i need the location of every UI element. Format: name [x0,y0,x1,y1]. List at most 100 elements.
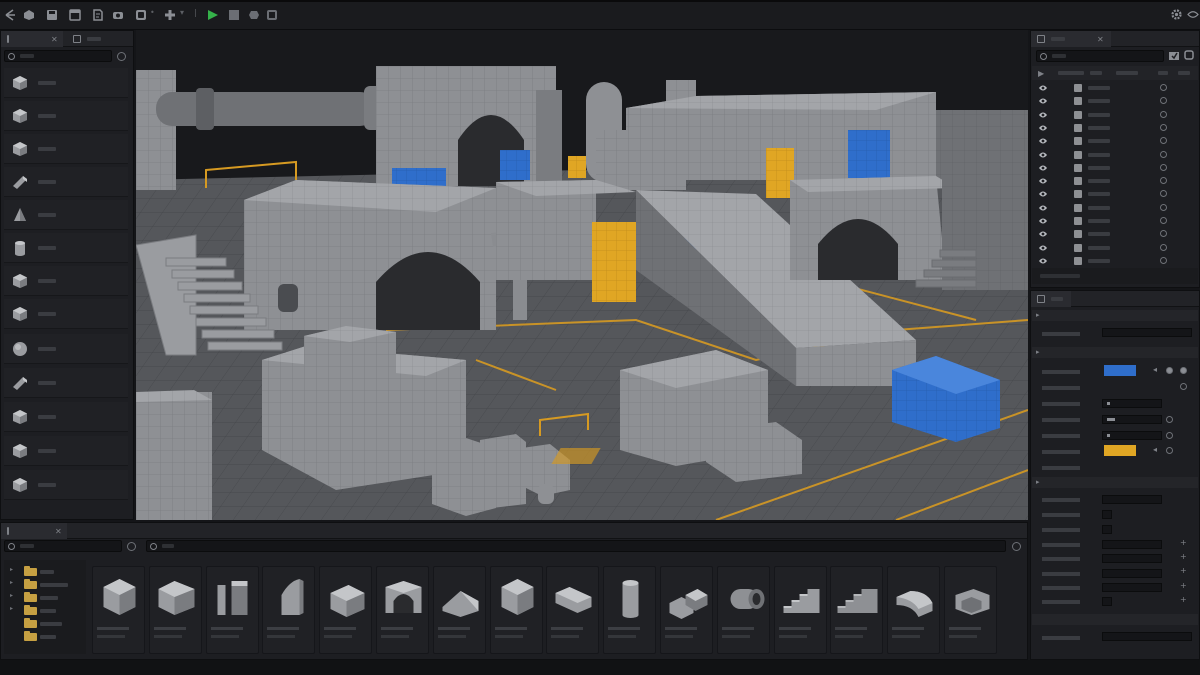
plus-icon[interactable]: + [1180,566,1187,575]
save-icon[interactable] [46,9,58,21]
property-value-field[interactable] [1102,328,1192,337]
outliner-row[interactable] [1032,109,1198,121]
outliner-row[interactable] [1032,95,1198,107]
plus-icon[interactable]: + [1180,538,1187,547]
document-icon[interactable] [92,9,104,21]
folder-icon[interactable] [24,605,37,615]
lock-icon[interactable] [1160,190,1167,198]
search-icon[interactable] [117,52,126,61]
filter-icon[interactable] [1012,542,1021,551]
visibility-eye-icon[interactable] [1038,230,1048,238]
list-item-cube[interactable] [4,470,128,500]
camera-icon[interactable] [112,9,124,21]
stop-icon[interactable] [229,10,239,20]
play-icon[interactable] [207,9,219,21]
lock-icon[interactable] [1160,137,1167,145]
close-icon[interactable]: ✕ [55,527,62,536]
reset-icon[interactable] [1166,447,1173,454]
objects-tab[interactable]: ✕ [1,31,63,47]
select-icon[interactable] [23,9,35,21]
plus-icon[interactable]: + [1180,552,1187,561]
chevron-right-icon[interactable]: ▸ [10,605,13,612]
section-header-material[interactable]: ▸ [1032,347,1198,358]
back-arrow-icon[interactable] [4,9,16,21]
visibility-eye-icon[interactable] [1038,124,1048,132]
list-item-wedge[interactable] [4,368,128,398]
list-item-cube[interactable] [4,68,128,98]
list-item-cube[interactable] [4,101,128,131]
record-icon[interactable] [248,9,260,21]
visibility-eye-icon[interactable] [1038,151,1048,159]
property-checkbox[interactable] [1102,525,1112,534]
list-item-cube[interactable] [4,134,128,164]
arrow-left-icon[interactable]: ◂ [1153,365,1157,374]
settings-gear-icon[interactable] [1170,8,1183,21]
lock-icon[interactable] [1160,84,1167,91]
property-value-field[interactable] [1102,569,1162,578]
asset-tile-stairs[interactable] [773,566,827,654]
asset-tile-curved-wall[interactable] [887,566,941,654]
plus-icon[interactable]: + [1180,595,1187,604]
outliner-row[interactable] [1032,135,1198,147]
reset-icon[interactable] [1180,383,1187,390]
content-browser-tab[interactable]: ✕ [1,523,67,539]
visibility-eye-icon[interactable] [1038,164,1048,172]
outliner-row[interactable] [1032,242,1198,254]
lock-icon[interactable] [1160,217,1167,224]
visibility-eye-icon[interactable] [1038,111,1048,119]
folder-icon[interactable] [24,566,37,576]
list-item-cube[interactable] [4,266,128,296]
asset-tile-cylinder[interactable] [603,566,657,654]
list-item-cube[interactable] [4,299,128,329]
reset-icon[interactable] [1166,416,1173,423]
folder-icon[interactable] [24,618,37,628]
lock-icon[interactable] [1160,203,1167,211]
visibility-eye-icon[interactable] [1038,190,1048,198]
list-item-wedge[interactable] [4,167,128,197]
outliner-row[interactable] [1032,82,1198,94]
object-search-input[interactable] [4,50,112,62]
visibility-column-icon[interactable]: ▶ [1038,69,1044,78]
property-checkbox[interactable] [1102,510,1112,519]
asset-tile-cube[interactable] [489,566,543,654]
visibility-eye-icon[interactable] [1038,97,1048,105]
outliner-row[interactable] [1032,149,1198,161]
asset-tile-ramp[interactable] [432,566,486,654]
asset-tile-quarter-wall[interactable] [262,566,316,654]
outliner-row[interactable] [1032,202,1198,214]
chevron-right-icon[interactable]: ▸ [10,579,13,586]
browse-icon[interactable] [1180,367,1187,374]
visibility-eye-icon[interactable] [1038,177,1048,185]
outliner-row[interactable] [1032,228,1198,240]
section-header-transform[interactable]: ▸ [1032,310,1198,321]
folder-icon[interactable] [24,579,37,589]
list-item-cube[interactable] [4,402,128,432]
chevron-down-icon[interactable]: ▾ [180,8,184,17]
details-tab[interactable] [1031,291,1071,307]
asset-tile-box[interactable] [319,566,373,654]
color-swatch-blue[interactable] [1104,365,1136,376]
reset-icon[interactable] [1166,432,1173,439]
lock-icon[interactable] [1160,150,1167,158]
section-header-physics[interactable]: ▸ [1032,477,1198,488]
asset-tile-pipe[interactable] [716,566,770,654]
outliner-search-input[interactable] [1036,50,1164,62]
outliner-row[interactable] [1032,255,1198,267]
asset-tile-cube[interactable] [92,566,145,654]
asset-search-input[interactable] [146,540,1006,552]
asset-tile-beam[interactable] [546,566,600,654]
visibility-eye-icon[interactable] [1038,217,1048,225]
outliner-row[interactable] [1032,122,1198,134]
asset-tile-corner-block[interactable] [660,566,713,654]
property-value-field[interactable] [1102,431,1162,440]
chevron-right-icon[interactable]: ▸ [10,566,13,573]
outliner-row[interactable] [1032,175,1198,187]
property-value-field[interactable] [1102,415,1162,424]
visibility-eye-icon[interactable] [1038,137,1048,145]
outliner-row[interactable] [1032,188,1198,200]
visibility-eye-icon[interactable] [1038,84,1048,92]
lock-icon[interactable] [1160,163,1167,171]
layout-icon[interactable] [69,9,81,21]
asset-tile-arch[interactable] [376,566,429,654]
outliner-row[interactable] [1032,162,1198,174]
